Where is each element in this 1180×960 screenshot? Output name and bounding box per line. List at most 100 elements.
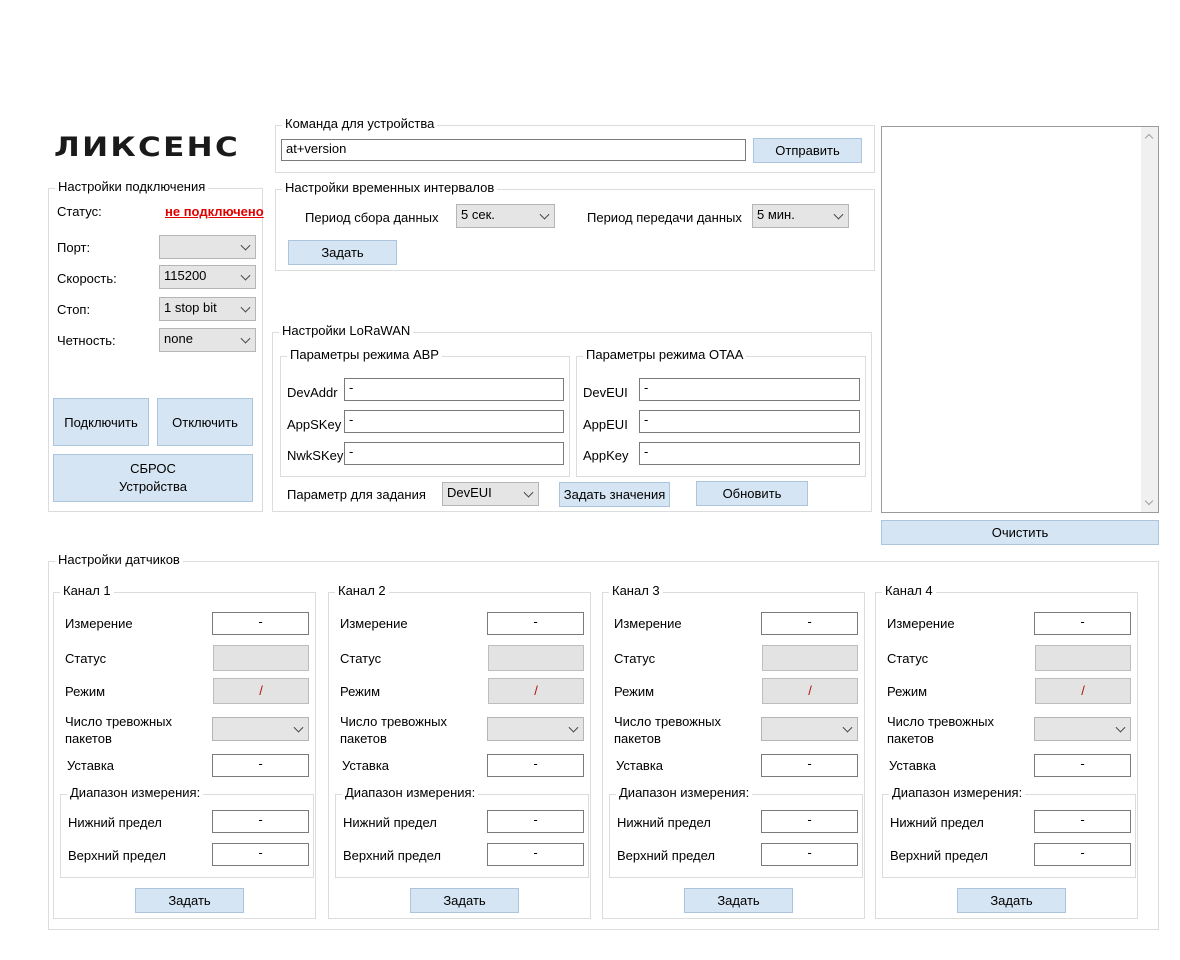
measure-label: Измерение bbox=[340, 616, 408, 631]
channel-2-status-field bbox=[488, 645, 584, 671]
channel-2-set-button[interactable]: Задать bbox=[410, 888, 519, 913]
reset-button-line1: СБРОС bbox=[130, 461, 176, 476]
appskey-input[interactable]: - bbox=[344, 410, 564, 433]
channel-3-setpoint-field[interactable]: - bbox=[761, 754, 858, 777]
channel-4-mode-field: / bbox=[1035, 678, 1131, 704]
channel-2-setpoint-field[interactable]: - bbox=[487, 754, 584, 777]
channel-3-lower-limit-field[interactable]: - bbox=[761, 810, 858, 833]
alarm-packets-label-line1: Число тревожных bbox=[614, 714, 721, 729]
channel-2-measure-field[interactable]: - bbox=[487, 612, 584, 635]
alarm-packets-label-line1: Число тревожных bbox=[887, 714, 994, 729]
channel-3-measure-field[interactable]: - bbox=[761, 612, 858, 635]
appskey-label: AppSKey bbox=[287, 417, 342, 432]
range-group-label: Диапазон измерения: bbox=[616, 785, 753, 800]
appkey-label: AppKey bbox=[583, 448, 629, 463]
alarm-packets-label-line2: пакетов bbox=[340, 731, 387, 746]
channel-3-upper-limit-field[interactable]: - bbox=[761, 843, 858, 866]
param-select[interactable]: DevEUI bbox=[442, 482, 539, 506]
alarm-packets-label-line2: пакетов bbox=[887, 731, 934, 746]
collect-period-select[interactable]: 5 сек. bbox=[456, 204, 555, 228]
appeui-input[interactable]: - bbox=[639, 410, 860, 433]
channel-3-set-button[interactable]: Задать bbox=[684, 888, 793, 913]
abp-group-label: Параметры режима ABP bbox=[287, 347, 442, 362]
appkey-input[interactable]: - bbox=[639, 442, 860, 465]
channel-2-lower-limit-field[interactable]: - bbox=[487, 810, 584, 833]
log-output[interactable] bbox=[881, 126, 1159, 513]
connect-button[interactable]: Подключить bbox=[53, 398, 149, 446]
channel-title: Канал 2 bbox=[335, 583, 389, 598]
speed-select[interactable]: 115200 bbox=[159, 265, 256, 289]
channel-4-measure-field[interactable]: - bbox=[1034, 612, 1131, 635]
scroll-down-icon[interactable] bbox=[1144, 496, 1154, 506]
mode-label: Режим bbox=[614, 684, 655, 699]
upper-limit-label: Верхний предел bbox=[617, 848, 715, 863]
channel-1-status-field bbox=[213, 645, 309, 671]
reset-device-button[interactable]: СБРОС Устройства bbox=[53, 454, 253, 502]
lorawan-group-label: Настройки LoRaWAN bbox=[279, 323, 414, 338]
otaa-group-label: Параметры режима OTAA bbox=[583, 347, 747, 362]
channel-1-setpoint-field[interactable]: - bbox=[212, 754, 309, 777]
range-group-label: Диапазон измерения: bbox=[342, 785, 479, 800]
channel-title: Канал 3 bbox=[609, 583, 663, 598]
channel-1-mode-field: / bbox=[213, 678, 309, 704]
scroll-up-icon[interactable] bbox=[1144, 133, 1154, 143]
port-select[interactable] bbox=[159, 235, 256, 259]
setpoint-label: Уставка bbox=[889, 758, 937, 773]
speed-label: Скорость: bbox=[57, 271, 117, 286]
intervals-set-button[interactable]: Задать bbox=[288, 240, 397, 265]
channel-1-upper-limit-field[interactable]: - bbox=[212, 843, 309, 866]
appeui-label: AppEUI bbox=[583, 417, 628, 432]
status-label: Статус bbox=[65, 651, 107, 666]
channel-title: Канал 4 bbox=[882, 583, 936, 598]
command-input[interactable]: at+version bbox=[281, 139, 746, 161]
stop-bits-select[interactable]: 1 stop bit bbox=[159, 297, 256, 321]
channel-2-upper-limit-field[interactable]: - bbox=[487, 843, 584, 866]
transmit-period-value: 5 мин. bbox=[757, 207, 795, 222]
deveui-input[interactable]: - bbox=[639, 378, 860, 401]
chevron-down-icon bbox=[1115, 722, 1126, 733]
measure-label: Измерение bbox=[65, 616, 133, 631]
set-values-button[interactable]: Задать значения bbox=[559, 482, 670, 507]
devaddr-label: DevAddr bbox=[287, 385, 338, 400]
channel-2-mode-field: / bbox=[488, 678, 584, 704]
channel-4-upper-limit-field[interactable]: - bbox=[1034, 843, 1131, 866]
setpoint-label: Уставка bbox=[342, 758, 390, 773]
channel-4-setpoint-field[interactable]: - bbox=[1034, 754, 1131, 777]
channel-3-alarm-packets-select[interactable] bbox=[761, 717, 858, 741]
speed-select-value: 115200 bbox=[164, 268, 207, 283]
channel-4-alarm-packets-select[interactable] bbox=[1034, 717, 1131, 741]
chevron-down-icon bbox=[523, 487, 534, 498]
channel-1-lower-limit-field[interactable]: - bbox=[212, 810, 309, 833]
channel-1-set-button[interactable]: Задать bbox=[135, 888, 244, 913]
connection-group-label: Настройки подключения bbox=[55, 179, 209, 194]
sensors-group-label: Настройки датчиков bbox=[55, 552, 183, 567]
param-select-label: Параметр для задания bbox=[287, 487, 426, 502]
channel-1-alarm-packets-select[interactable] bbox=[212, 717, 309, 741]
transmit-period-select[interactable]: 5 мин. bbox=[752, 204, 849, 228]
measure-label: Измерение bbox=[614, 616, 682, 631]
refresh-button[interactable]: Обновить bbox=[696, 481, 808, 506]
lower-limit-label: Нижний предел bbox=[617, 815, 711, 830]
channel-2-alarm-packets-select[interactable] bbox=[487, 717, 584, 741]
clear-log-button[interactable]: Очистить bbox=[881, 520, 1159, 545]
channel-1-measure-field[interactable]: - bbox=[212, 612, 309, 635]
nwkskey-input[interactable]: - bbox=[344, 442, 564, 465]
connection-status-value: не подключено bbox=[165, 204, 264, 219]
devaddr-input[interactable]: - bbox=[344, 378, 564, 401]
channel-4-set-button[interactable]: Задать bbox=[957, 888, 1066, 913]
alarm-packets-label-line2: пакетов bbox=[614, 731, 661, 746]
disconnect-button[interactable]: Отключить bbox=[157, 398, 253, 446]
send-button[interactable]: Отправить bbox=[753, 138, 862, 163]
transmit-period-label: Период передачи данных bbox=[587, 210, 742, 225]
parity-select[interactable]: none bbox=[159, 328, 256, 352]
measure-label: Измерение bbox=[887, 616, 955, 631]
parity-label: Четность: bbox=[57, 333, 116, 348]
parity-select-value: none bbox=[164, 331, 193, 346]
collect-period-value: 5 сек. bbox=[461, 207, 495, 222]
range-group-label: Диапазон измерения: bbox=[67, 785, 204, 800]
log-scrollbar[interactable] bbox=[1141, 127, 1158, 512]
channel-3-status-field bbox=[762, 645, 858, 671]
reset-button-line2: Устройства bbox=[118, 479, 187, 494]
stop-label: Стоп: bbox=[57, 302, 91, 317]
channel-4-lower-limit-field[interactable]: - bbox=[1034, 810, 1131, 833]
